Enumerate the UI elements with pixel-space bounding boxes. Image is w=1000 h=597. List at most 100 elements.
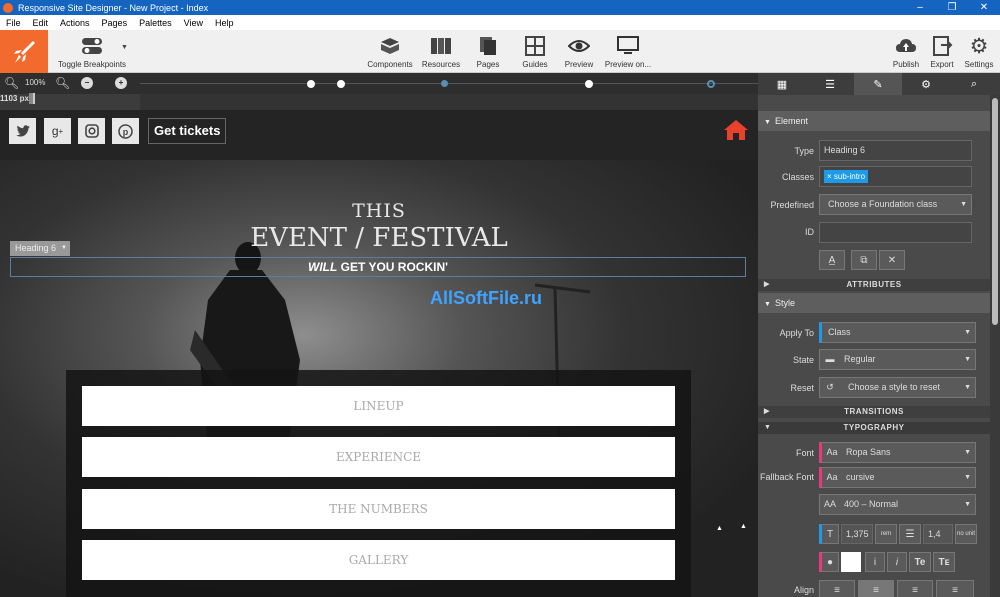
class-tag[interactable]: × sub-intro <box>824 170 869 183</box>
settings-button[interactable]: ⚙ Settings <box>962 35 996 70</box>
heading-this[interactable]: THIS <box>0 200 758 222</box>
menu-item-experience[interactable]: EXPERIENCE <box>82 437 675 477</box>
breakpoint-handle[interactable] <box>441 80 448 87</box>
menu-pages[interactable]: Pages <box>96 18 134 28</box>
minimize-icon[interactable]: – <box>904 2 936 13</box>
eye-icon <box>568 35 590 57</box>
element-header-label: Element <box>774 116 808 126</box>
guides-button[interactable]: Guides <box>516 35 554 69</box>
menu-palettes[interactable]: Palettes <box>133 18 178 28</box>
font-size-unit[interactable]: rem <box>875 524 897 544</box>
restore-icon[interactable]: ❐ <box>936 2 968 13</box>
menu-actions[interactable]: Actions <box>54 18 96 28</box>
align-right-icon[interactable]: ≡ <box>897 580 933 597</box>
zoom-level: 100% <box>25 78 46 87</box>
align-left-icon[interactable]: ≡ <box>819 580 855 597</box>
color-drop-icon: ● <box>819 552 839 572</box>
menu-help[interactable]: Help <box>209 18 240 28</box>
get-tickets-button[interactable]: Get tickets <box>148 118 227 144</box>
menu-item-the-numbers[interactable]: THE NUMBERS <box>82 489 675 529</box>
state-select[interactable]: ▬ Regular ▼ <box>819 349 976 370</box>
breakpoint-handle[interactable] <box>307 80 315 88</box>
twitter-icon[interactable] <box>9 118 36 144</box>
menu-file[interactable]: File <box>0 18 27 28</box>
align-center-icon[interactable]: ≡ <box>858 580 894 597</box>
scroll-up-icon[interactable]: ▲ <box>716 525 723 532</box>
font-label: Font <box>795 448 814 458</box>
google-plus-icon[interactable]: g + <box>44 118 71 144</box>
publish-button[interactable]: Publish <box>890 35 922 69</box>
close-icon[interactable]: ✕ <box>968 2 1000 13</box>
font-size-field[interactable]: 1,375 <box>841 524 873 544</box>
breakpoint-handle[interactable] <box>707 80 715 88</box>
zoom-out-icon[interactable]: 🔍︎ <box>4 76 19 90</box>
line-height-field[interactable]: 1,4 <box>923 524 953 544</box>
color-swatch[interactable] <box>841 552 861 572</box>
preview-on-label: Preview on... <box>604 60 652 69</box>
edit-text-icon[interactable]: A̲ <box>819 250 845 270</box>
align-justify-icon[interactable]: ≡ <box>936 580 974 597</box>
menu-view[interactable]: View <box>178 18 209 28</box>
zoom-in-icon[interactable]: 🔍︎ <box>55 76 70 90</box>
toggle-breakpoints-button[interactable]: Toggle Breakpoints <box>58 35 128 69</box>
main-toolbar: Toggle Breakpoints ▼ Components Resource… <box>0 30 1000 73</box>
italic-i-button[interactable]: i <box>865 552 885 572</box>
remove-class-icon[interactable]: × <box>827 172 834 181</box>
small-caps-button[interactable]: Tᴇ <box>933 552 955 572</box>
italic-button[interactable]: i <box>887 552 907 572</box>
fallback-font-select[interactable]: Aa cursive ▼ <box>819 467 976 488</box>
breakpoint-handle[interactable] <box>585 80 593 88</box>
home-icon[interactable] <box>723 119 749 144</box>
add-breakpoint-icon[interactable]: + <box>115 77 127 89</box>
design-canvas[interactable]: g + p Get tickets THIS EVENT / FESTIVAL W… <box>0 110 758 597</box>
menu-item-lineup[interactable]: LINEUP <box>82 386 675 426</box>
sidebar-scrollbar[interactable] <box>990 95 1000 597</box>
font-select[interactable]: Aa Ropa Sans ▼ <box>819 442 976 463</box>
tab-inspect-icon[interactable]: ⌕ <box>950 73 998 95</box>
components-button[interactable]: Components <box>366 35 414 69</box>
attributes-section-header[interactable]: ▶ ATTRIBUTES <box>758 279 990 291</box>
resources-button[interactable]: Resources <box>418 35 464 69</box>
instagram-icon[interactable] <box>78 118 105 144</box>
tab-gear-icon[interactable]: ⚙ <box>902 73 950 95</box>
type-field[interactable]: Heading 6 <box>819 140 972 161</box>
preview-button[interactable]: Preview <box>561 35 597 69</box>
uppercase-button[interactable]: Te <box>909 552 931 572</box>
breakpoint-handle[interactable] <box>337 80 345 88</box>
chevron-down-icon[interactable]: ▼ <box>121 44 128 51</box>
transitions-section-header[interactable]: ▶ TRANSITIONS <box>758 406 990 418</box>
heading-event[interactable]: EVENT / FESTIVAL <box>0 223 758 253</box>
remove-breakpoint-icon[interactable]: − <box>81 77 93 89</box>
predefined-value: Choose a Foundation class <box>828 199 938 209</box>
tab-list-icon[interactable]: ☰ <box>806 73 854 95</box>
chevron-down-icon: ▼ <box>964 329 971 336</box>
classes-field[interactable]: × sub-intro <box>819 166 972 187</box>
menu-item-gallery[interactable]: GALLERY <box>82 540 675 580</box>
menu-edit[interactable]: Edit <box>27 18 55 28</box>
style-section-header[interactable]: ▼ Style <box>758 293 990 313</box>
scroll-up-icon[interactable]: ▲ <box>740 523 747 530</box>
pages-button[interactable]: Pages <box>470 35 506 69</box>
tab-layout-icon[interactable]: ▦ <box>758 73 806 95</box>
font-weight-select[interactable]: AA 400 – Normal ▼ <box>819 494 976 515</box>
id-field[interactable] <box>819 222 972 243</box>
predefined-select[interactable]: Choose a Foundation class ▼ <box>819 194 972 215</box>
fallback-font-value: cursive <box>846 472 875 482</box>
preview-on-button[interactable]: Preview on... <box>602 35 654 69</box>
pinterest-icon[interactable]: p <box>112 118 139 144</box>
desktop-icon[interactable] <box>32 93 35 104</box>
selected-element-tag[interactable]: Heading 6 ▼ <box>10 241 70 256</box>
element-section-header[interactable]: ▼ Element <box>758 111 990 131</box>
apply-to-select[interactable]: Class ▼ <box>819 322 976 343</box>
line-height-unit[interactable]: no unit <box>955 524 977 544</box>
typography-section-header[interactable]: ▼ TYPOGRAPHY <box>758 422 990 434</box>
duplicate-icon[interactable]: ⧉ <box>851 250 877 270</box>
tab-style-brush-icon[interactable]: ✎ <box>854 73 902 95</box>
export-button[interactable]: Export <box>927 35 957 69</box>
state-icon: ▬ <box>825 354 835 364</box>
reset-select[interactable]: ↺ Choose a style to reset ▼ <box>819 377 976 398</box>
delete-icon[interactable]: ✕ <box>879 250 905 270</box>
scrollbar-thumb[interactable] <box>992 98 998 325</box>
sidebar-tabs: ▦ ☰ ✎ ⚙ ⌕ <box>758 73 1000 95</box>
sub-intro-heading[interactable]: WILL GET YOU ROCKIN' <box>10 257 746 277</box>
